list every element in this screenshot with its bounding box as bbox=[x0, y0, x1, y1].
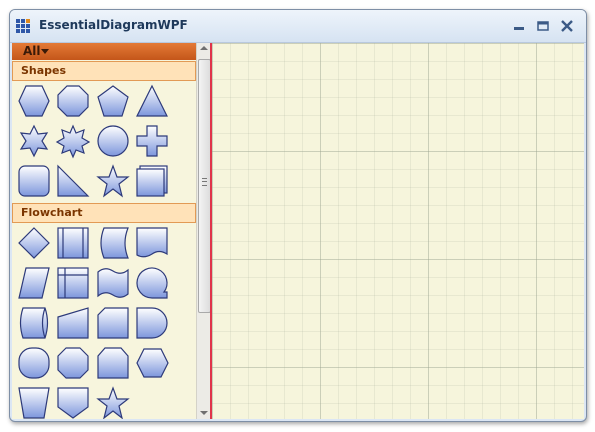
palette-filter-label: All bbox=[23, 44, 41, 58]
section-label-flowchart: Flowchart bbox=[21, 206, 83, 219]
section-label-shapes: Shapes bbox=[21, 64, 67, 77]
off-page-connector-shape[interactable] bbox=[95, 345, 131, 381]
off-page-reference-icon bbox=[57, 387, 89, 419]
scrollbar-thumb[interactable] bbox=[198, 59, 210, 313]
off-page-reference-shape[interactable] bbox=[55, 385, 91, 419]
diagram-canvas[interactable] bbox=[212, 43, 584, 419]
star-5-point-icon bbox=[96, 164, 130, 198]
section-header-flowchart[interactable]: Flowchart bbox=[12, 203, 196, 223]
direct-access-storage-icon bbox=[19, 307, 49, 339]
grip-icon bbox=[202, 178, 207, 186]
punched-tape-icon bbox=[97, 268, 129, 298]
palette-filter-dropdown[interactable]: All bbox=[12, 43, 196, 60]
star-7-point-icon bbox=[55, 124, 91, 159]
symbol-palette: All Shapes Flowchart bbox=[12, 43, 212, 419]
card-shape[interactable] bbox=[95, 305, 131, 341]
maximize-button[interactable] bbox=[532, 16, 554, 36]
scroll-down-icon[interactable] bbox=[200, 411, 208, 415]
star-6-point-icon bbox=[19, 124, 49, 158]
predefined-process-icon bbox=[57, 227, 89, 259]
palette-scrollbar[interactable] bbox=[196, 43, 210, 419]
document-icon bbox=[136, 227, 168, 258]
triangle-shape[interactable] bbox=[134, 83, 170, 119]
manual-operation-icon bbox=[18, 387, 50, 419]
stacked-rectangle-shape[interactable] bbox=[134, 163, 170, 199]
scroll-up-icon[interactable] bbox=[200, 46, 208, 50]
off-page-connector-icon bbox=[97, 347, 129, 379]
section-header-shapes[interactable]: Shapes bbox=[12, 61, 196, 81]
stacked-rectangle-icon bbox=[136, 165, 168, 197]
manual-input-icon bbox=[57, 307, 89, 339]
delay-icon bbox=[136, 307, 168, 339]
minimize-button[interactable] bbox=[508, 16, 530, 36]
pentagon-icon bbox=[97, 85, 129, 117]
window-title: EssentialDiagramWPF bbox=[39, 18, 188, 32]
star-5-point-shape[interactable] bbox=[95, 163, 131, 199]
sequential-access-storage-shape[interactable] bbox=[134, 265, 170, 301]
octagon-icon bbox=[57, 85, 89, 117]
triangle-icon bbox=[136, 84, 168, 117]
rounded-rectangle-icon bbox=[18, 165, 50, 197]
hexagon-icon bbox=[18, 85, 50, 117]
star-shape[interactable] bbox=[95, 385, 131, 419]
punched-tape-shape[interactable] bbox=[95, 265, 131, 301]
manual-input-shape[interactable] bbox=[55, 305, 91, 341]
decision-shape[interactable] bbox=[16, 225, 52, 261]
close-button[interactable] bbox=[556, 16, 578, 36]
terminator-icon bbox=[18, 347, 50, 379]
stored-data-icon bbox=[100, 227, 129, 259]
document-shape[interactable] bbox=[134, 225, 170, 261]
stored-data-shape[interactable] bbox=[95, 225, 131, 261]
manual-operation-shape[interactable] bbox=[16, 385, 52, 419]
preparation-shape[interactable] bbox=[55, 345, 91, 381]
close-icon bbox=[561, 20, 573, 32]
data-icon bbox=[18, 267, 50, 299]
internal-storage-icon bbox=[57, 267, 89, 299]
internal-storage-shape[interactable] bbox=[55, 265, 91, 301]
display-icon bbox=[136, 348, 169, 378]
circle-icon bbox=[97, 125, 129, 157]
star-icon bbox=[96, 386, 130, 419]
predefined-process-shape[interactable] bbox=[55, 225, 91, 261]
plus-icon bbox=[136, 125, 168, 157]
decision-icon bbox=[18, 227, 50, 259]
plus-shape[interactable] bbox=[134, 123, 170, 159]
client-area: All Shapes Flowchart bbox=[12, 43, 584, 419]
sequential-access-storage-icon bbox=[136, 267, 168, 299]
terminator-shape[interactable] bbox=[16, 345, 52, 381]
direct-access-storage-shape[interactable] bbox=[16, 305, 52, 341]
display-shape[interactable] bbox=[134, 345, 170, 381]
pentagon-shape[interactable] bbox=[95, 83, 131, 119]
maximize-icon bbox=[537, 21, 549, 31]
right-triangle-icon bbox=[57, 164, 90, 197]
rounded-rectangle-shape[interactable] bbox=[16, 163, 52, 199]
star-6-point-shape[interactable] bbox=[16, 123, 52, 159]
card-icon bbox=[97, 307, 129, 339]
star-7-point-shape[interactable] bbox=[55, 123, 91, 159]
right-triangle-shape[interactable] bbox=[55, 163, 91, 199]
app-grid-icon bbox=[16, 19, 30, 33]
octagon-shape[interactable] bbox=[55, 83, 91, 119]
preparation-icon bbox=[57, 347, 89, 379]
hexagon-shape[interactable] bbox=[16, 83, 52, 119]
app-window: EssentialDiagramWPF All Shapes Flowchart bbox=[9, 9, 587, 422]
dropdown-arrow-icon bbox=[41, 49, 49, 54]
data-shape[interactable] bbox=[16, 265, 52, 301]
delay-shape[interactable] bbox=[134, 305, 170, 341]
minimize-icon bbox=[514, 27, 524, 30]
circle-shape[interactable] bbox=[95, 123, 131, 159]
title-bar[interactable]: EssentialDiagramWPF bbox=[10, 10, 586, 43]
